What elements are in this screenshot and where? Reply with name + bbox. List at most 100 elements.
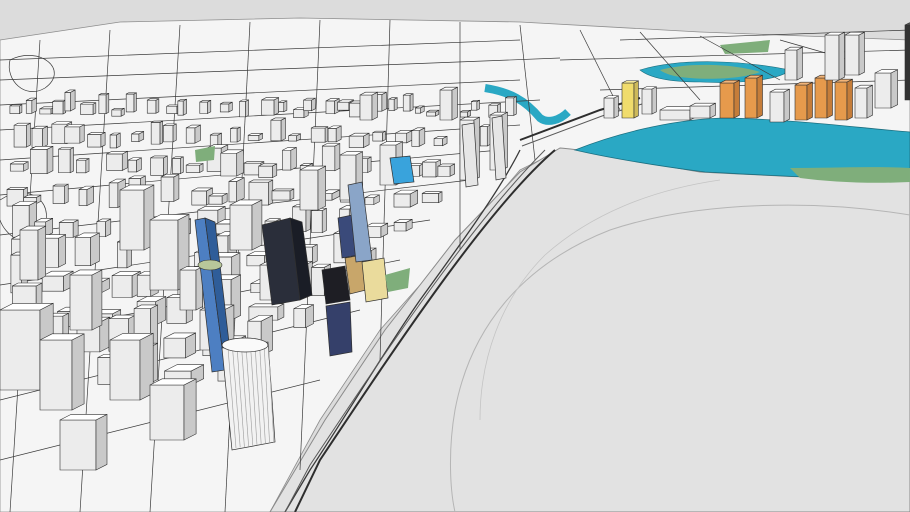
building — [433, 135, 448, 147]
building — [271, 188, 295, 201]
3d-model-viewport[interactable] — [0, 0, 910, 512]
building — [426, 109, 440, 117]
building — [278, 100, 288, 113]
building — [247, 132, 263, 141]
district-tower — [603, 95, 619, 119]
building — [219, 101, 233, 113]
building — [25, 97, 37, 114]
district-tower — [874, 69, 898, 109]
building — [258, 163, 278, 179]
tower — [229, 199, 263, 251]
tower — [299, 165, 327, 211]
building — [311, 207, 327, 234]
building — [282, 146, 297, 171]
district-tower — [844, 31, 865, 76]
building — [327, 125, 342, 143]
building — [150, 120, 164, 145]
building — [52, 183, 69, 205]
building — [41, 270, 74, 292]
building — [125, 92, 137, 113]
building — [185, 162, 204, 173]
building — [177, 98, 187, 116]
tower — [69, 269, 103, 331]
building — [106, 150, 128, 171]
tower — [59, 413, 108, 471]
tower — [39, 333, 85, 411]
building — [388, 97, 398, 112]
building — [437, 163, 455, 177]
tower — [179, 266, 203, 311]
building — [146, 98, 160, 114]
building — [31, 125, 48, 148]
building — [163, 123, 177, 143]
orange-tower — [744, 74, 763, 119]
building — [172, 156, 184, 175]
district-tower — [854, 84, 873, 119]
building — [9, 161, 29, 172]
building — [150, 155, 168, 176]
building — [52, 99, 67, 115]
building — [199, 99, 212, 115]
building — [29, 145, 54, 175]
black-tower — [321, 265, 351, 305]
tower — [19, 225, 47, 281]
building — [87, 131, 106, 148]
orange-tower — [719, 79, 740, 119]
building — [230, 126, 241, 143]
tower — [439, 86, 458, 121]
district-tower — [784, 46, 803, 81]
building — [293, 304, 314, 329]
yellow-tower — [621, 80, 639, 119]
building — [111, 270, 141, 298]
building — [364, 194, 380, 205]
building — [220, 149, 244, 177]
building — [80, 102, 97, 115]
tower — [359, 91, 378, 121]
district-tower — [641, 86, 657, 115]
building — [74, 232, 100, 267]
orange-tower — [794, 81, 813, 121]
building — [76, 158, 90, 174]
building — [131, 130, 145, 143]
building — [9, 104, 23, 115]
building — [13, 122, 31, 148]
building — [111, 107, 125, 117]
building — [479, 124, 492, 147]
orange-tower — [834, 78, 853, 121]
tower — [119, 184, 155, 251]
building — [64, 89, 76, 112]
building — [239, 99, 249, 118]
city-scene — [0, 0, 910, 512]
building — [58, 147, 74, 174]
building — [78, 185, 94, 207]
building — [372, 130, 386, 142]
cylinder-roof — [221, 337, 269, 353]
building — [270, 117, 286, 142]
orange-tower — [814, 74, 833, 119]
building — [228, 177, 245, 203]
building — [411, 127, 426, 147]
building — [127, 157, 142, 173]
building — [402, 93, 414, 112]
building — [471, 99, 480, 111]
building — [64, 124, 85, 144]
dark-tower — [904, 22, 910, 101]
building — [185, 124, 201, 144]
building — [98, 92, 110, 115]
building — [394, 129, 413, 144]
building — [310, 126, 329, 143]
building — [109, 132, 121, 149]
cream-tower — [361, 257, 389, 303]
building — [421, 191, 443, 204]
district-tower — [689, 102, 716, 119]
building — [261, 97, 279, 116]
district-tower — [769, 88, 790, 123]
building — [208, 192, 228, 205]
tower — [149, 378, 197, 441]
building — [160, 173, 180, 202]
tower — [109, 332, 154, 401]
building — [348, 132, 370, 149]
building — [393, 218, 413, 232]
navy-tower — [325, 301, 353, 357]
helipad — [197, 259, 223, 271]
